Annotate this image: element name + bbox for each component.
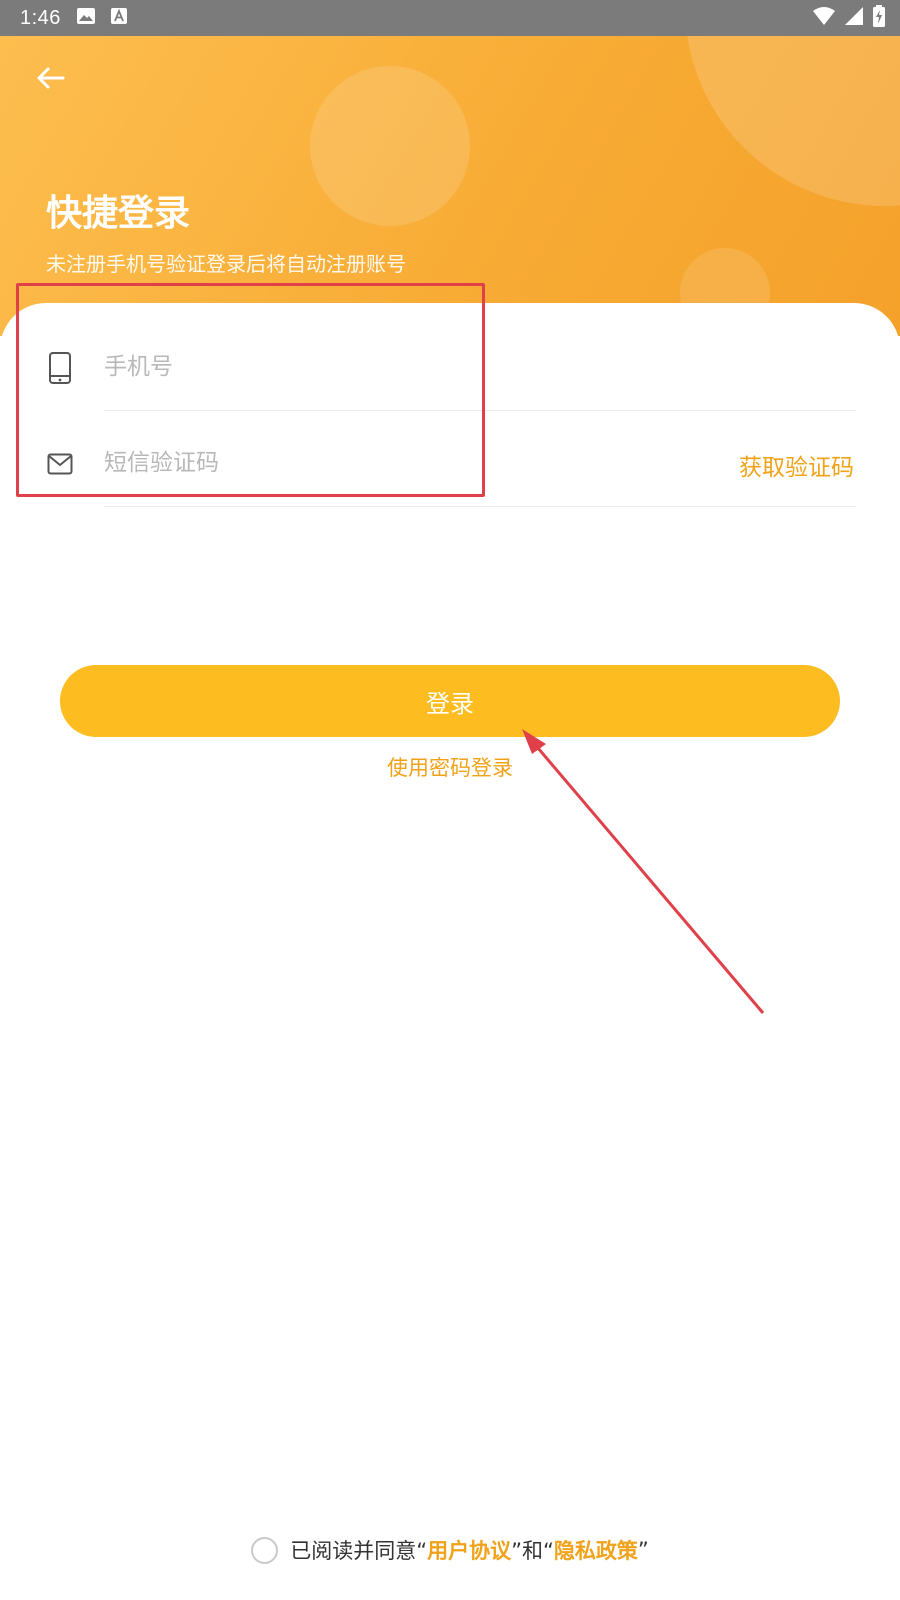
page-subtitle: 未注册手机号验证登录后将自动注册账号: [46, 252, 406, 276]
agreement-suffix: ”: [637, 1538, 649, 1562]
decorative-bubble: [310, 66, 470, 226]
annotation-highlight-box: [16, 283, 485, 497]
a-letter-icon: [110, 8, 127, 28]
get-code-button[interactable]: 获取验证码: [739, 448, 854, 482]
status-bar: 1:46: [0, 0, 900, 36]
agreement-middle: ”和“: [511, 1539, 554, 1563]
user-agreement-link[interactable]: 用户协议: [427, 1535, 511, 1565]
image-icon: [76, 8, 95, 28]
decorative-bubble: [685, 36, 900, 206]
back-button[interactable]: [30, 60, 70, 100]
signal-icon: [844, 6, 864, 30]
status-right: [812, 0, 886, 36]
privacy-policy-link[interactable]: 隐私政策: [554, 1535, 638, 1565]
agreement-row: 已阅读并同意“ 用户协议 ”和“ 隐私政策 ”: [0, 1535, 900, 1565]
page-title: 快捷登录: [46, 193, 191, 234]
wifi-icon: [812, 6, 836, 30]
password-login-link[interactable]: 使用密码登录: [0, 752, 900, 782]
arrow-left-icon: [35, 66, 65, 94]
agree-checkbox[interactable]: [251, 1536, 279, 1564]
agreement-prefix: 已阅读并同意“: [290, 1539, 428, 1563]
battery-icon: [872, 5, 886, 31]
login-button[interactable]: 登录: [60, 665, 840, 737]
status-time: 1:46: [20, 6, 61, 29]
divider: [104, 506, 856, 507]
